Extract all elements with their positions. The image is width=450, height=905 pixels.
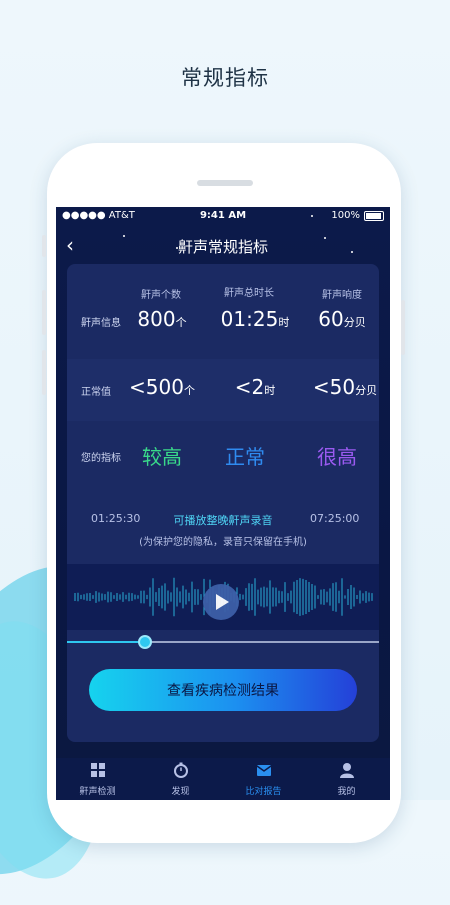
tab-discover[interactable]: 发现 (139, 762, 222, 797)
indicator-count: 较高 (142, 445, 182, 469)
tab-snore-detect[interactable]: 鼾声检测 (56, 762, 139, 797)
normal-duration-value: <2时 (234, 375, 276, 399)
metrics-card: 鼾声个数 鼾声总时长 鼾声响度 鼾声信息 800个 01:25时 60分贝 正常… (67, 264, 379, 742)
normal-label: 正常值 (81, 387, 111, 398)
tab-label: 鼾声检测 (79, 787, 116, 797)
progress-track[interactable] (67, 641, 379, 643)
battery-indicator: 100% (331, 210, 384, 221)
phone-side-button (42, 235, 46, 257)
progress-fill (67, 641, 145, 643)
phone-side-button (401, 300, 405, 355)
tab-mine[interactable]: 我的 (305, 762, 388, 797)
play-button[interactable] (203, 584, 239, 620)
phone-side-button (42, 290, 46, 335)
indicator-section: 您的指标 较高 正常 很高 (67, 421, 379, 483)
snore-count-value: 800个 (137, 307, 187, 331)
normal-section: 正常值 <500个 <2时 <50分贝 (67, 359, 379, 421)
privacy-note: (为保护您的隐私，录音只保留在手机) (139, 537, 307, 548)
user-icon (339, 763, 354, 778)
nav-title: 鼾声常规指标 (177, 238, 268, 256)
progress-knob[interactable] (138, 635, 152, 649)
snore-info-label: 鼾声信息 (81, 318, 121, 329)
battery-icon (364, 210, 384, 221)
nav-bar: ‹ 鼾声常规指标 (56, 229, 390, 259)
header-duration: 鼾声总时长 (224, 288, 274, 299)
stopwatch-icon (173, 762, 188, 778)
snore-duration-value: 01:25时 (220, 307, 290, 331)
snore-loudness-value: 60分贝 (318, 307, 366, 331)
battery-label: 100% (331, 210, 360, 221)
indicator-loudness: 很高 (317, 445, 357, 469)
tab-label: 发现 (171, 787, 190, 797)
play-icon (216, 594, 229, 610)
tab-label: 我的 (337, 787, 356, 797)
grid-icon (90, 763, 105, 777)
tab-report[interactable]: 比对报告 (222, 762, 305, 797)
phone-speaker (197, 180, 253, 186)
replay-label: 可播放整晚鼾声录音 (173, 514, 273, 527)
header-count: 鼾声个数 (141, 290, 181, 301)
snore-info-section: 鼾声个数 鼾声总时长 鼾声响度 鼾声信息 800个 01:25时 60分贝 (67, 264, 379, 359)
report-icon (256, 765, 271, 776)
tab-bar: 鼾声检测 发现 比对报告 我的 (56, 758, 390, 800)
header-loudness: 鼾声响度 (322, 290, 362, 301)
status-bar: ●●●●● AT&T 9:41 AM 100% (56, 207, 390, 225)
app-screen: ●●●●● AT&T 9:41 AM 100% ‹ 鼾声常规指标 鼾声个数 鼾声… (56, 207, 390, 800)
normal-loudness-value: <50分贝 (312, 375, 378, 399)
normal-count-value: <500个 (129, 375, 195, 399)
indicator-duration: 正常 (225, 445, 265, 469)
indicator-label: 您的指标 (81, 453, 121, 464)
tab-label: 比对报告 (245, 787, 282, 797)
page-title: 常规指标 (181, 66, 269, 90)
phone-side-button (42, 350, 46, 395)
view-disease-result-button[interactable]: 查看疾病检测结果 (89, 669, 357, 711)
